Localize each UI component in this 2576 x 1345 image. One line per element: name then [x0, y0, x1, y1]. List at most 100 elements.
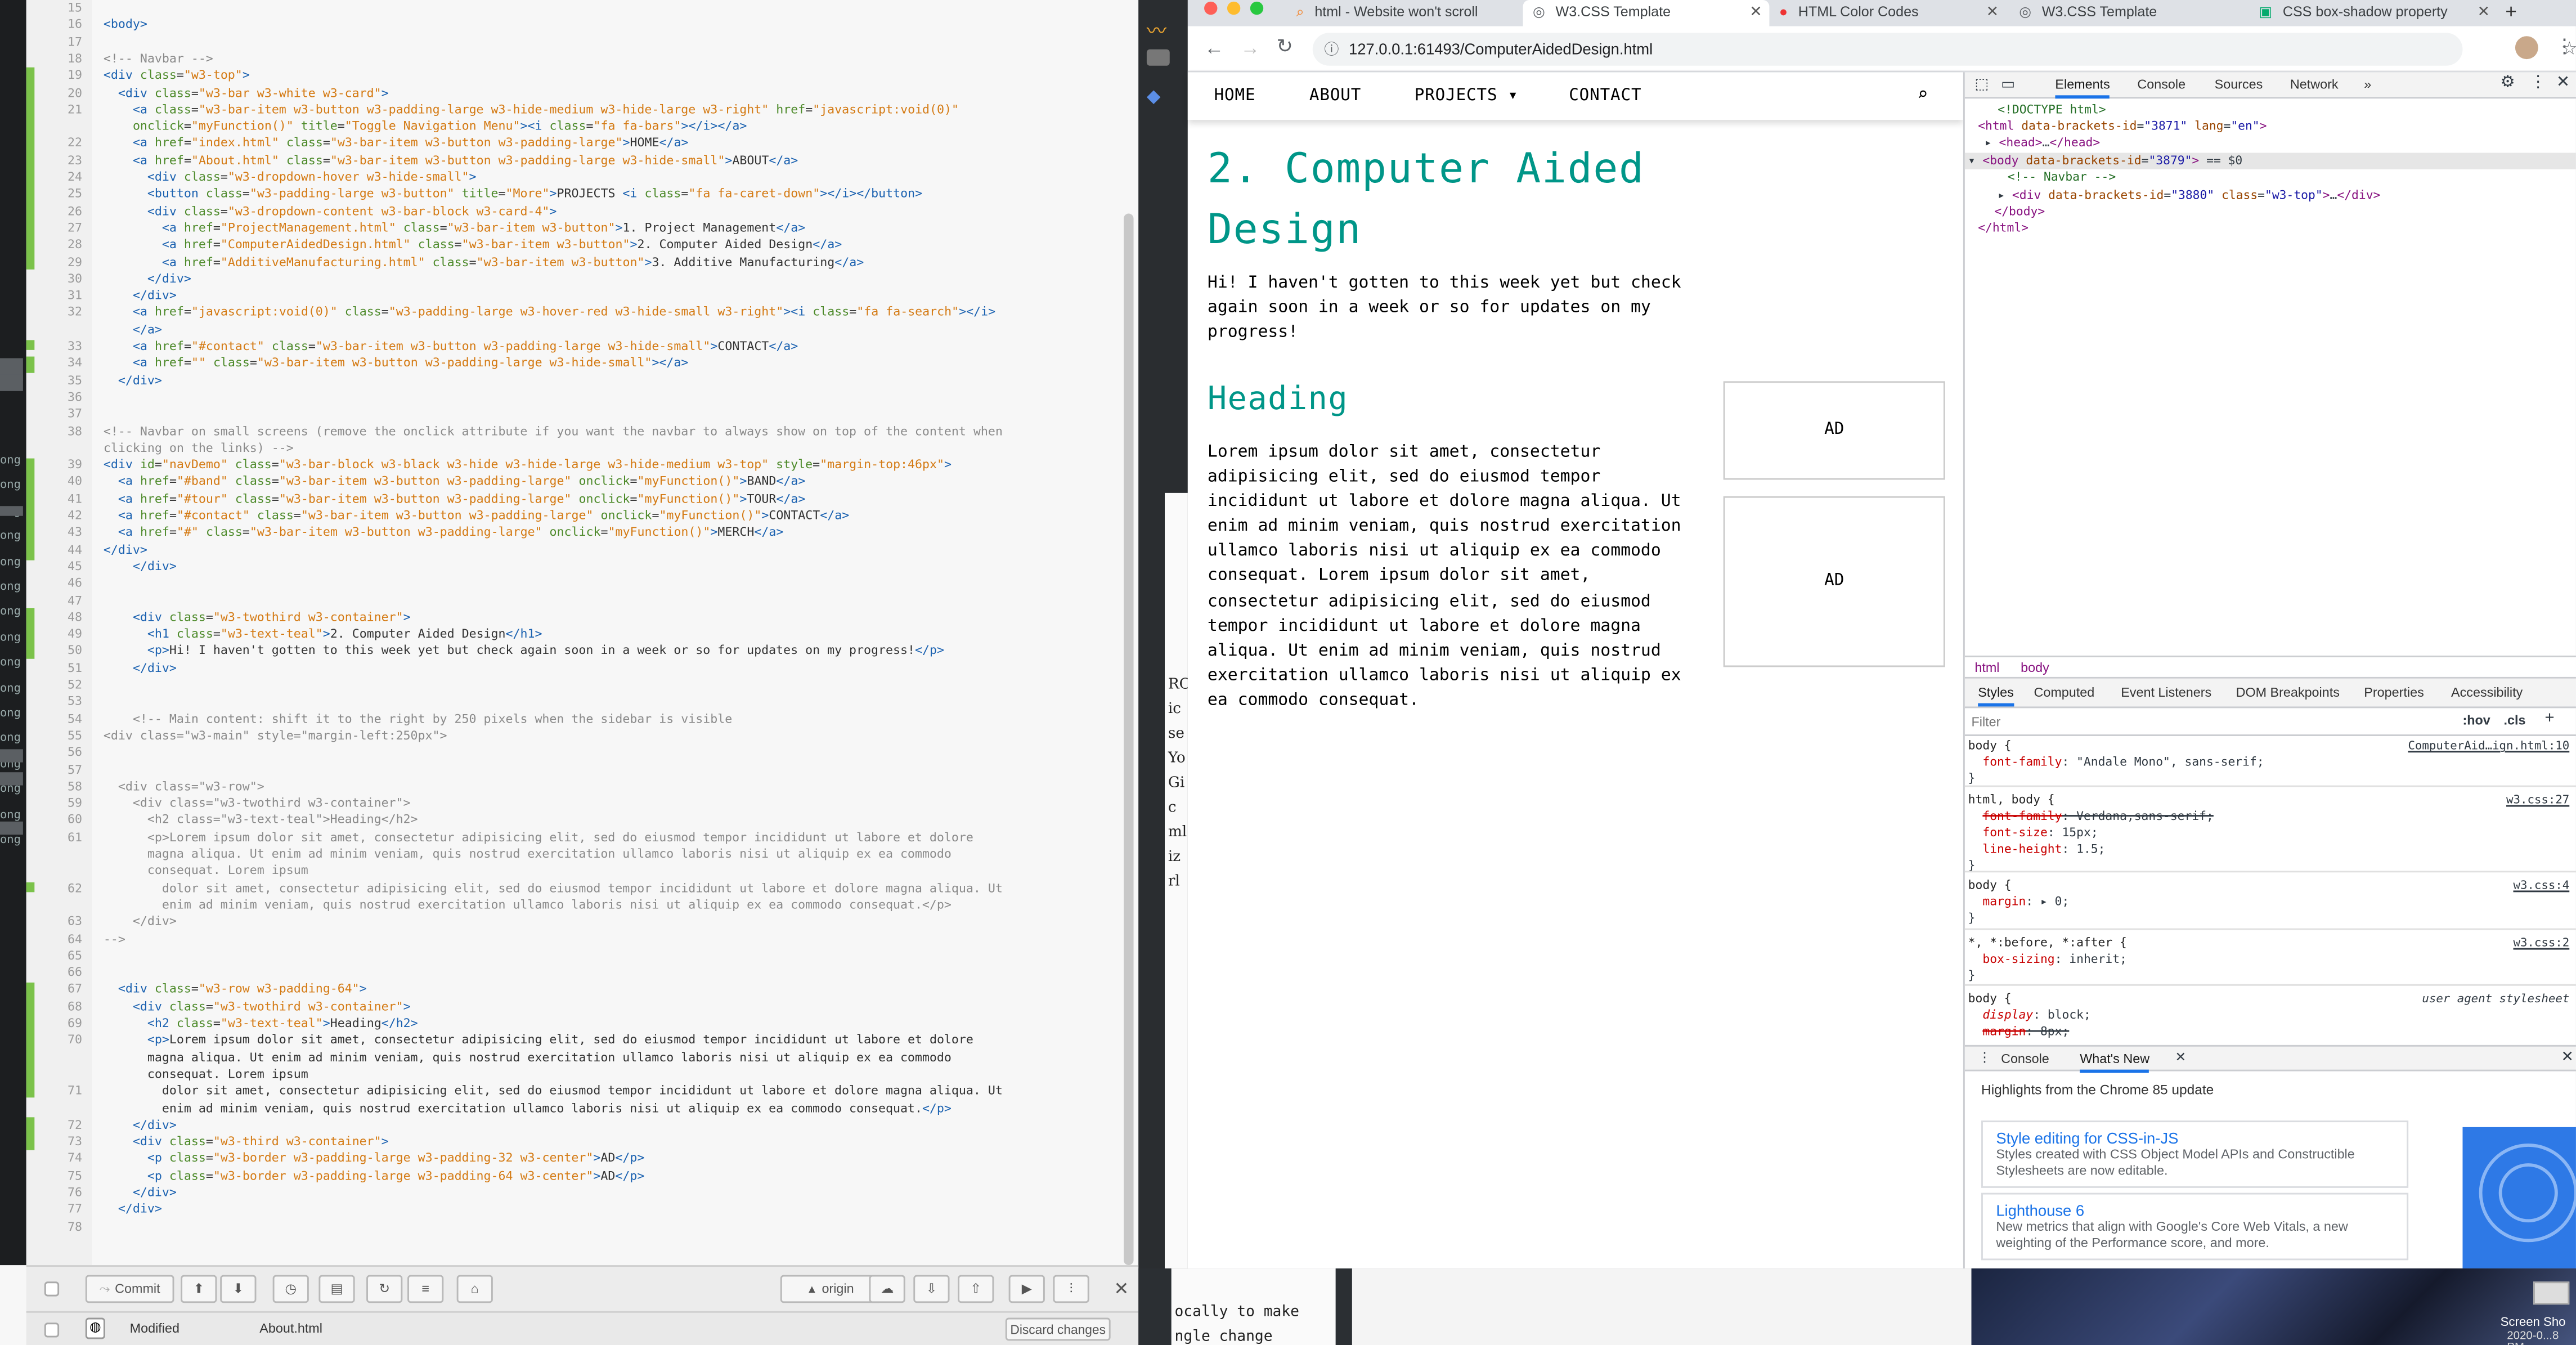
sidebar-file-label[interactable]: ong	[0, 530, 21, 543]
subtab-properties[interactable]: Properties	[2364, 685, 2424, 700]
code-line[interactable]: <a href="#contact" class="w3-bar-item w3…	[104, 338, 798, 355]
sidebar-file-label[interactable]: ong	[0, 706, 21, 719]
style-declaration[interactable]: }	[1968, 968, 1976, 984]
code-line[interactable]: <a href="" class="w3-bar-item w3-button …	[104, 356, 688, 373]
dom-node[interactable]: </html>	[1965, 220, 2029, 237]
devtools-tab-network[interactable]: Network	[2290, 77, 2339, 92]
drawer-menu-icon[interactable]: ⋮	[1978, 1050, 1991, 1065]
forward-button[interactable]: →	[1240, 36, 1260, 59]
code-line[interactable]: <div class="w3-row">	[104, 778, 264, 795]
code-line[interactable]: consequat. Lorem ipsum	[104, 863, 308, 880]
code-line[interactable]: dolor sit amet, consectetur adipisicing …	[104, 1083, 1003, 1100]
code-line[interactable]: <div class="w3-row w3-padding-64">	[104, 981, 367, 998]
close-drawer-icon[interactable]: ✕	[2561, 1048, 2574, 1066]
code-line[interactable]: magna aliqua. Ut enim ad minim veniam, q…	[104, 1049, 952, 1066]
code-line[interactable]: <div class="w3-dropdown-hover w3-hide-sm…	[104, 169, 477, 186]
dom-node[interactable]: <!-- Navbar -->	[1965, 169, 2116, 186]
dom-node[interactable]: </body>	[1965, 204, 2045, 221]
inspect-element-icon[interactable]: ⬚	[1974, 75, 1989, 93]
dom-node-selected[interactable]: ▾ <body data-brackets-id="3879"> == $0	[1964, 153, 2576, 170]
code-line[interactable]: <div class="w3-third w3-container">	[104, 1134, 389, 1151]
code-line[interactable]: <a href="#tour" class="w3-bar-item w3-bu…	[104, 491, 805, 508]
code-line[interactable]: <div class="w3-twothird w3-container">	[104, 609, 411, 626]
fetch-button[interactable]: ☁	[869, 1275, 905, 1303]
subtab-dom-breakpoints[interactable]: DOM Breakpoints	[2236, 685, 2340, 700]
code-line[interactable]: </div>	[104, 1185, 177, 1201]
back-button[interactable]: ←	[1204, 36, 1224, 59]
push-button[interactable]: ⇧	[958, 1275, 994, 1303]
code-line[interactable]: enim ad minim veniam, quis nostrud exerc…	[104, 897, 952, 914]
devtools-tab-console[interactable]: Console	[2137, 77, 2185, 92]
close-tab-icon[interactable]: ✕	[1986, 0, 1999, 23]
crumb-html[interactable]: html	[1974, 661, 1999, 675]
code-line[interactable]: <a href="#band" class="w3-bar-item w3-bu…	[104, 474, 805, 491]
devtools-tab-elements[interactable]: Elements	[2055, 77, 2110, 99]
subtab-styles[interactable]: Styles	[1978, 685, 2014, 707]
menu-button[interactable]: ≡	[407, 1275, 444, 1303]
code-line[interactable]: <h2 class="w3-text-teal">Heading</h2>	[104, 1015, 418, 1032]
sidebar-file-label[interactable]: ong	[0, 732, 21, 745]
close-devtools-icon[interactable]: ✕	[2556, 74, 2570, 92]
sidebar-file-label[interactable]: ong	[0, 833, 21, 846]
diamond-icon[interactable]: ◆	[1147, 86, 1170, 107]
tab-w3css-template-2[interactable]: ◎ W3.CSS Template ✕	[2009, 0, 2240, 26]
commit-button[interactable]: ⤳ Commit	[85, 1275, 174, 1303]
code-line[interactable]: <div class="w3-top">	[104, 68, 250, 84]
tab-css-box-shadow[interactable]: ▣ CSS box-shadow property ✕	[2256, 0, 2502, 26]
code-line[interactable]: enim ad minim veniam, quis nostrud exerc…	[104, 1100, 952, 1117]
history-button[interactable]: ◷	[272, 1275, 309, 1303]
style-declaration[interactable]: }	[1968, 770, 1976, 787]
code-line[interactable]: <a href="#contact" class="w3-bar-item w3…	[104, 508, 849, 524]
code-line[interactable]: <p class="w3-border w3-padding-large w3-…	[104, 1151, 645, 1168]
file-history-button[interactable]: ▤	[318, 1275, 355, 1303]
code-line[interactable]: <div id="navDemo" class="w3-bar-block w3…	[104, 457, 952, 474]
styles-filter-input[interactable]	[1971, 711, 2300, 732]
code-line[interactable]: <p>Lorem ipsum dolor sit amet, consectet…	[104, 1032, 973, 1049]
settings-button[interactable]: ⫶	[1053, 1275, 1089, 1303]
app-dock-icon[interactable]: 〰	[1147, 16, 1170, 43]
style-source-link[interactable]: user agent stylesheet	[2422, 991, 2569, 1006]
sidebar-file-label[interactable]: ong	[0, 606, 21, 618]
code-line[interactable]: magna aliqua. Ut enim ad minim veniam, q…	[104, 846, 952, 863]
code-line[interactable]: <div class="w3-dropdown-content w3-bar-b…	[104, 203, 557, 220]
code-line[interactable]: <p>Hi! I haven't gotten to this week yet…	[104, 643, 944, 660]
pull-button[interactable]: ⇩	[913, 1275, 950, 1303]
code-line[interactable]: </div>	[104, 373, 162, 389]
code-line[interactable]: </a>	[104, 321, 162, 338]
style-declaration[interactable]: display: block;	[1968, 1007, 2090, 1024]
code-line[interactable]: <div class="w3-twothird w3-container">	[104, 795, 411, 812]
dom-node[interactable]: <!DOCTYPE html>	[1965, 102, 2106, 119]
style-declaration[interactable]: body {	[1968, 877, 2012, 894]
origin-dropdown[interactable]: ▴ origin	[780, 1275, 882, 1303]
style-declaration[interactable]: font-family: "Andale Mono", sans-serif;	[1968, 754, 2264, 770]
sidebar-file-label[interactable]: ong	[0, 631, 21, 644]
style-declaration[interactable]: font-size: 15px;	[1968, 825, 2098, 841]
whats-new-card-2[interactable]: Lighthouse 6 New metrics that align with…	[1981, 1192, 2409, 1261]
zoom-window-button[interactable]	[1250, 1, 1264, 15]
style-declaration[interactable]: }	[1968, 910, 1976, 926]
code-line[interactable]: <!-- Navbar -->	[104, 51, 213, 68]
style-source-link[interactable]: ComputerAid…ign.html:10	[2408, 738, 2569, 752]
code-line[interactable]: </div>	[104, 660, 177, 677]
select-all-checkbox[interactable]	[44, 1281, 60, 1297]
nav-contact[interactable]: CONTACT	[1569, 87, 1641, 105]
dom-node[interactable]: <html data-brackets-id="3871" lang="en">	[1965, 118, 2267, 135]
style-declaration[interactable]: *, *:before, *:after {	[1968, 935, 2127, 951]
code-line[interactable]: <a class="w3-bar-item w3-button w3-paddi…	[104, 101, 959, 118]
push-up-button[interactable]: ⬆	[181, 1275, 217, 1303]
code-line[interactable]: <h2 class="w3-text-teal">Heading</h2>	[104, 812, 418, 829]
device-toolbar-icon[interactable]: ▭	[2001, 75, 2015, 93]
code-area[interactable]: <body> <!-- Navbar --> <div class="w3-top"…	[98, 0, 1117, 1265]
code-line[interactable]: clicking on the links) -->	[104, 440, 294, 457]
sidebar-file-label[interactable]: ong	[0, 681, 21, 694]
style-source-link[interactable]: w3.css:2	[2513, 935, 2569, 949]
sidebar-file-label[interactable]: ong	[0, 656, 21, 669]
editor-scrollbar[interactable]	[1124, 213, 1134, 1266]
code-line[interactable]: <p class="w3-border w3-padding-large w3-…	[104, 1168, 645, 1185]
code-line[interactable]: <body>	[104, 17, 147, 34]
code-line[interactable]: <a href="javascript:void(0)" class="w3-p…	[104, 304, 995, 321]
devtools-more-tabs[interactable]: »	[2364, 77, 2371, 92]
pull-down-button[interactable]: ⬇	[220, 1275, 257, 1303]
subtab-event-listeners[interactable]: Event Listeners	[2121, 685, 2211, 700]
code-line[interactable]: <!-- Navbar on small screens (remove the…	[104, 423, 1003, 440]
